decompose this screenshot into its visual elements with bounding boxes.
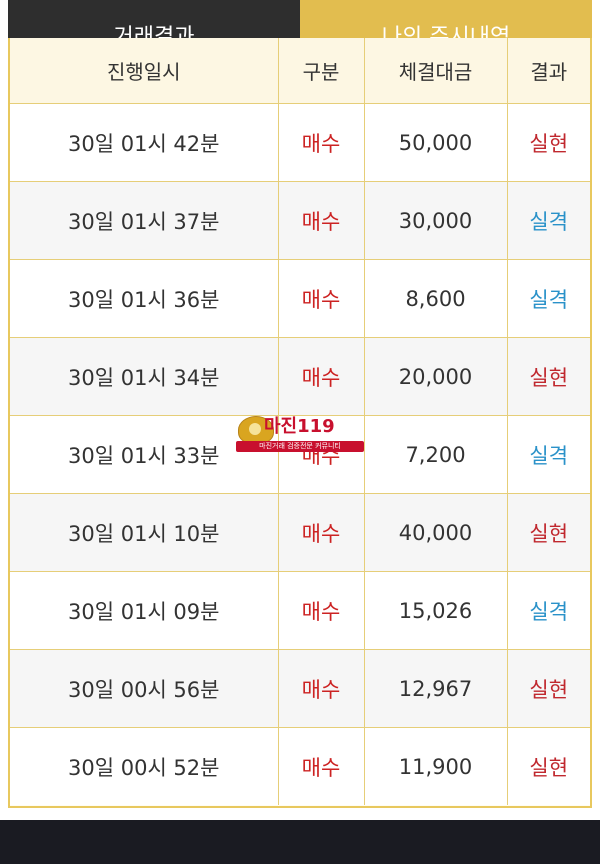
row-amount: 11,900 xyxy=(364,727,508,805)
row-type: 매수 xyxy=(278,181,365,260)
table-row: 30일 01시 36분 매수 8,600 실격 xyxy=(10,259,590,338)
tab-my-watch-history[interactable]: 나의 주시내역 xyxy=(300,0,592,38)
watermark-subtitle: 마진거래 검증전문 커뮤니티 xyxy=(236,441,364,452)
table-row: 30일 01시 42분 매수 50,000 실현 xyxy=(10,103,590,182)
watermark-logo: 마진119 마진거래 검증전문 커뮤니티 xyxy=(236,414,364,454)
row-type: 매수 xyxy=(278,259,365,338)
row-result: 실격 xyxy=(507,181,590,260)
row-type: 매수 xyxy=(278,493,365,572)
row-result: 실현 xyxy=(507,337,590,416)
row-type: 매수 xyxy=(278,103,365,182)
table-row: 30일 01시 10분 매수 40,000 실현 xyxy=(10,493,590,572)
row-result: 실현 xyxy=(507,649,590,728)
table-row: 30일 01시 37분 매수 30,000 실격 xyxy=(10,181,590,260)
footer-bar xyxy=(0,820,600,864)
tab-bar: 거래결과 나의 주시내역 xyxy=(8,0,592,38)
row-amount: 12,967 xyxy=(364,649,508,728)
row-datetime: 30일 01시 34분 xyxy=(10,337,279,416)
table-row: 30일 00시 52분 매수 11,900 실현 xyxy=(10,727,590,805)
row-datetime: 30일 01시 10분 xyxy=(10,493,279,572)
row-datetime: 30일 01시 37분 xyxy=(10,181,279,260)
row-amount: 20,000 xyxy=(364,337,508,416)
row-result: 실격 xyxy=(507,571,590,650)
row-datetime: 30일 01시 09분 xyxy=(10,571,279,650)
row-type: 매수 xyxy=(278,649,365,728)
row-type: 매수 xyxy=(278,727,365,805)
row-type: 매수 xyxy=(278,337,365,416)
row-amount: 30,000 xyxy=(364,181,508,260)
row-result: 실격 xyxy=(507,415,590,494)
row-amount: 8,600 xyxy=(364,259,508,338)
tab-my-watch-history-label: 나의 주시내역 xyxy=(381,25,511,39)
header-type: 구분 xyxy=(278,38,365,104)
table-row: 30일 00시 56분 매수 12,967 실현 xyxy=(10,649,590,728)
row-amount: 40,000 xyxy=(364,493,508,572)
row-amount: 7,200 xyxy=(364,415,508,494)
row-result: 실현 xyxy=(507,727,590,805)
row-datetime: 30일 01시 36분 xyxy=(10,259,279,338)
header-datetime: 진행일시 xyxy=(10,38,279,104)
row-result: 실격 xyxy=(507,259,590,338)
row-datetime: 30일 00시 52분 xyxy=(10,727,279,805)
watermark-title: 마진119 xyxy=(264,416,335,437)
table-row: 30일 01시 34분 매수 20,000 실현 xyxy=(10,337,590,416)
tab-trade-results-label: 거래결과 xyxy=(113,25,195,39)
table-row: 30일 01시 09분 매수 15,026 실격 xyxy=(10,571,590,650)
tab-trade-results[interactable]: 거래결과 xyxy=(8,0,300,38)
row-datetime: 30일 01시 42분 xyxy=(10,103,279,182)
table-header-row: 진행일시 구분 체결대금 결과 xyxy=(10,38,590,104)
row-type: 매수 xyxy=(278,571,365,650)
row-result: 실현 xyxy=(507,103,590,182)
row-result: 실현 xyxy=(507,493,590,572)
row-datetime: 30일 00시 56분 xyxy=(10,649,279,728)
header-amount: 체결대금 xyxy=(364,38,508,104)
header-result: 결과 xyxy=(507,38,590,104)
row-amount: 50,000 xyxy=(364,103,508,182)
row-amount: 15,026 xyxy=(364,571,508,650)
